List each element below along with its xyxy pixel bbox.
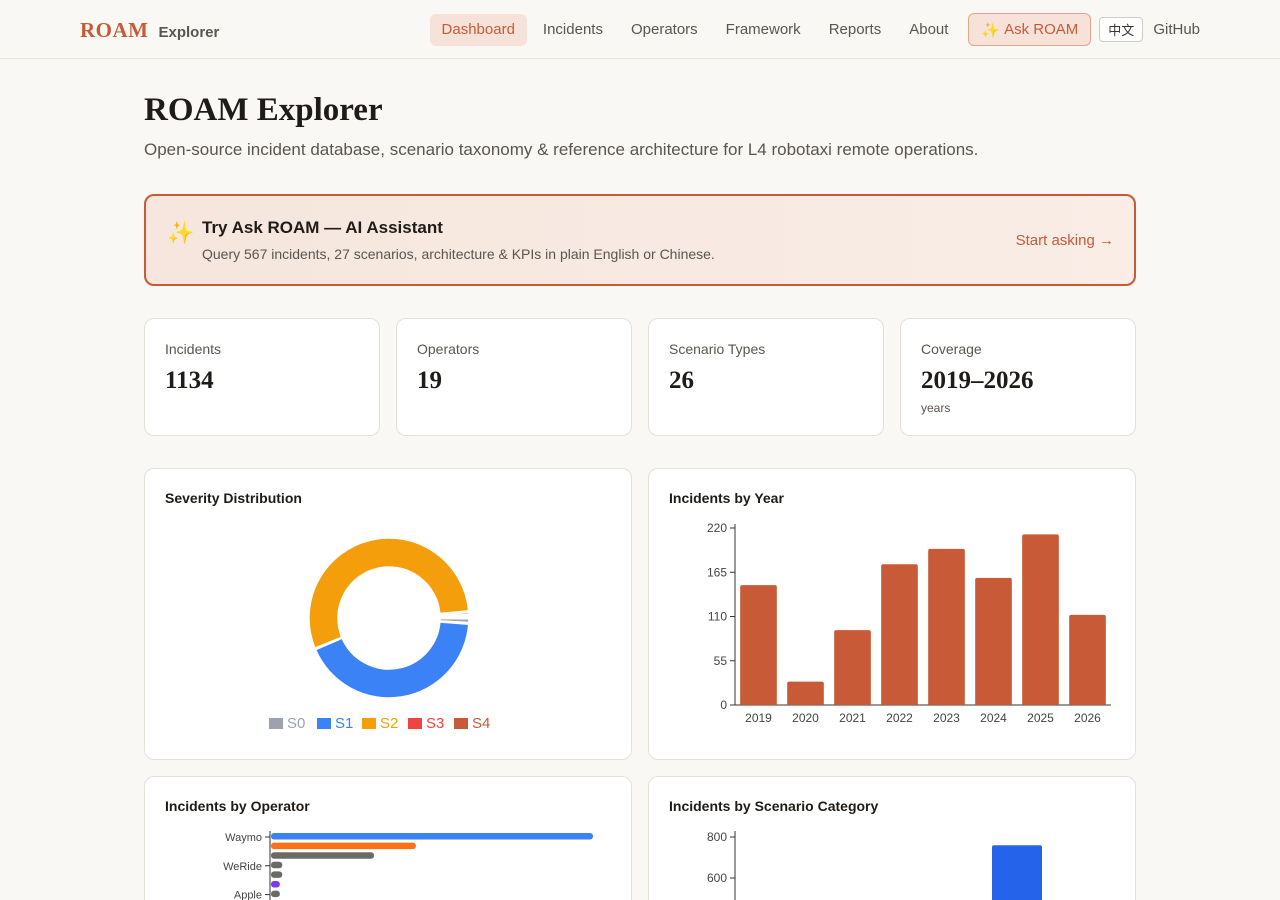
bar-2026 xyxy=(1069,614,1106,705)
start-asking-link[interactable]: Start asking → xyxy=(1016,232,1114,249)
bar-2019 xyxy=(740,585,777,705)
legend-swatch-s2 xyxy=(362,718,376,729)
bar-2022 xyxy=(881,564,918,705)
legend-swatch-s1 xyxy=(317,718,331,729)
y-tick-label: 165 xyxy=(707,565,727,579)
operator-bar xyxy=(271,881,280,888)
donut-slice-s4 xyxy=(439,615,470,619)
bar-2021 xyxy=(834,630,871,705)
operator-bar xyxy=(271,833,593,840)
brand-logo: ROAM xyxy=(80,18,149,42)
nav-incidents[interactable]: Incidents xyxy=(531,14,615,46)
ask-roam-label: Ask ROAM xyxy=(1004,21,1079,38)
y-tick-label: 0 xyxy=(720,698,727,712)
operator-bar-chart: Waymo WeRide Apple xyxy=(223,831,593,900)
year-bar-chart: 0 55 110 165 220 2019 2020 2021 2022 2023 2024 2025… xyxy=(707,521,1111,725)
legend-label-s2: S2 xyxy=(380,715,398,732)
stat-note: years xyxy=(921,401,951,415)
sparkle-icon: ✨ xyxy=(981,21,1001,39)
y-tick-label: 55 xyxy=(714,654,728,668)
brand[interactable]: ROAM Explorer xyxy=(80,18,219,43)
nav-menu: Dashboard Incidents Operators Framework … xyxy=(429,13,1200,46)
operator-label: Waymo xyxy=(225,832,262,844)
x-tick-label: 2021 xyxy=(839,711,866,725)
scenario-bar-chart: 600 800 xyxy=(707,830,1042,900)
x-tick-label: 2024 xyxy=(980,711,1007,725)
operator-bar xyxy=(271,852,375,859)
stat-value: 26 xyxy=(669,367,694,394)
operator-bar xyxy=(271,890,280,898)
x-tick-label: 2019 xyxy=(745,711,772,725)
operator-bar xyxy=(271,842,416,850)
bar-2020 xyxy=(787,681,824,705)
y-tick-label: 600 xyxy=(707,871,727,885)
x-tick-label: 2020 xyxy=(792,711,819,725)
banner-description: Query 567 incidents, 27 scenarios, archi… xyxy=(202,246,715,262)
legend-label-s1: S1 xyxy=(335,715,353,732)
sparkle-icon: ✨ xyxy=(167,220,195,245)
x-tick-label: 2023 xyxy=(933,711,960,725)
x-tick-label: 2022 xyxy=(886,711,913,725)
y-tick-label: 110 xyxy=(708,610,727,624)
page-subtitle: Open-source incident database, scenario … xyxy=(144,140,979,159)
legend-swatch-s4 xyxy=(454,718,468,729)
stat-label: Coverage xyxy=(921,341,982,357)
legend-swatch-s3 xyxy=(408,718,422,729)
nav-reports[interactable]: Reports xyxy=(817,14,894,46)
operator-label: WeRide xyxy=(223,861,262,873)
stat-card-coverage: Coverage 2019–2026 years xyxy=(900,318,1136,436)
x-tick-label: 2026 xyxy=(1074,711,1101,725)
stat-label: Scenario Types xyxy=(669,341,766,357)
stat-value: 1134 xyxy=(165,367,214,394)
page-title: ROAM Explorer xyxy=(144,92,383,128)
nav-dashboard[interactable]: Dashboard xyxy=(429,13,527,46)
operator-bar xyxy=(271,861,283,869)
scenario-bar xyxy=(992,845,1042,900)
stat-value: 19 xyxy=(417,367,442,394)
legend-swatch-s0 xyxy=(269,718,283,729)
x-tick-label: 2025 xyxy=(1027,711,1054,725)
stat-card-scenario-types: Scenario Types 26 xyxy=(648,318,884,436)
stat-value: 2019–2026 xyxy=(921,367,1034,394)
nav-about[interactable]: About xyxy=(897,14,960,46)
y-tick-label: 220 xyxy=(707,521,727,535)
ask-roam-banner[interactable]: ✨ Try Ask ROAM — AI Assistant Query 567 … xyxy=(144,194,1136,286)
y-tick-label: 800 xyxy=(707,830,727,844)
brand-subtitle: Explorer xyxy=(158,24,220,41)
legend-label-s3: S3 xyxy=(426,715,444,732)
operator-label: Apple xyxy=(234,890,262,900)
language-toggle[interactable]: 中文 xyxy=(1099,17,1144,42)
stat-label: Operators xyxy=(417,341,480,357)
nav-operators[interactable]: Operators xyxy=(619,14,710,46)
bar-2023 xyxy=(928,548,965,705)
year-chart-card: Incidents by Year 0 55 110 165 220 2019 2020 20… xyxy=(648,468,1136,760)
scenario-chart-card: Incidents by Scenario Category 600 800 xyxy=(648,776,1136,900)
legend-label-s4: S4 xyxy=(472,715,490,732)
legend-label-s0: S0 xyxy=(287,715,305,732)
operator-bar xyxy=(271,871,283,878)
stat-label: Incidents xyxy=(165,341,222,357)
ask-roam-button[interactable]: ✨ Ask ROAM xyxy=(968,13,1092,46)
bar-2024 xyxy=(975,577,1012,705)
severity-donut-chart: S0 S1 S2 S3 S4 xyxy=(269,537,490,732)
stat-card-operators: Operators 19 xyxy=(396,318,632,436)
bar-2025 xyxy=(1022,534,1059,705)
severity-chart-card: Severity Distribution S0 S1 S2 S3 S4 xyxy=(144,468,632,760)
operator-chart-card: Incidents by Operator Waymo WeRide Apple xyxy=(144,776,632,900)
stat-card-incidents: Incidents 1134 xyxy=(144,318,380,436)
github-link[interactable]: GitHub xyxy=(1153,21,1200,38)
nav-framework[interactable]: Framework xyxy=(714,14,813,46)
top-nav: ROAM Explorer Dashboard Incidents Operat… xyxy=(0,0,1280,59)
banner-title: Try Ask ROAM — AI Assistant xyxy=(202,218,443,237)
